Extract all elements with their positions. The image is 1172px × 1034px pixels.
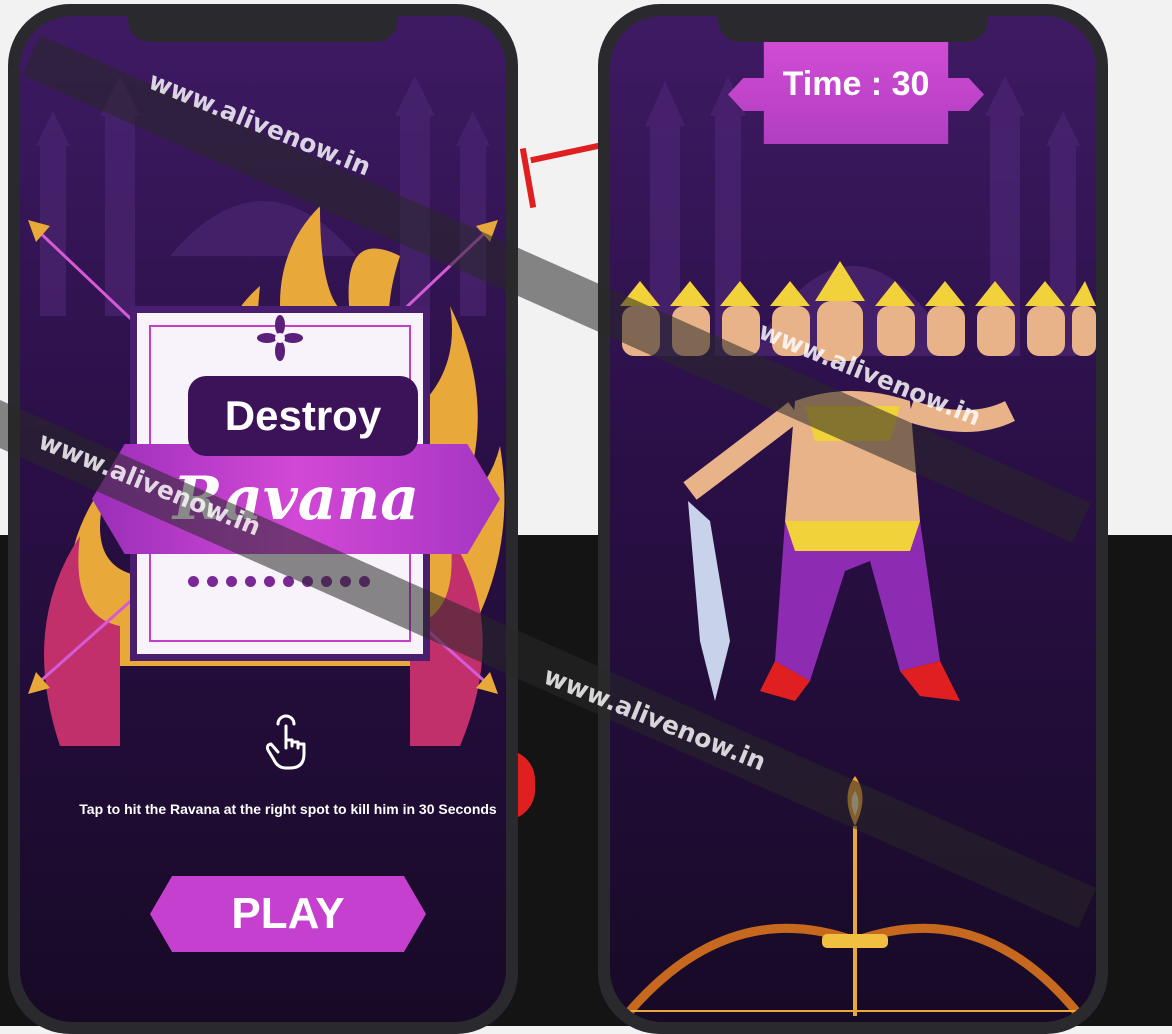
flower-icon xyxy=(257,315,303,361)
instructions-text: Tap to hit the Ravana at the right spot … xyxy=(79,801,497,817)
red-deco-line-2 xyxy=(530,142,600,164)
sword xyxy=(688,501,730,701)
title-destroy: Destroy xyxy=(188,376,418,456)
play-button[interactable]: PLAY xyxy=(150,876,426,952)
timer-banner: Time : 30 xyxy=(728,34,984,144)
hand-tap-icon xyxy=(265,714,306,770)
timer-text: Time : 30 xyxy=(782,64,930,103)
phone-notch xyxy=(718,16,988,42)
phone-notch xyxy=(128,16,398,42)
